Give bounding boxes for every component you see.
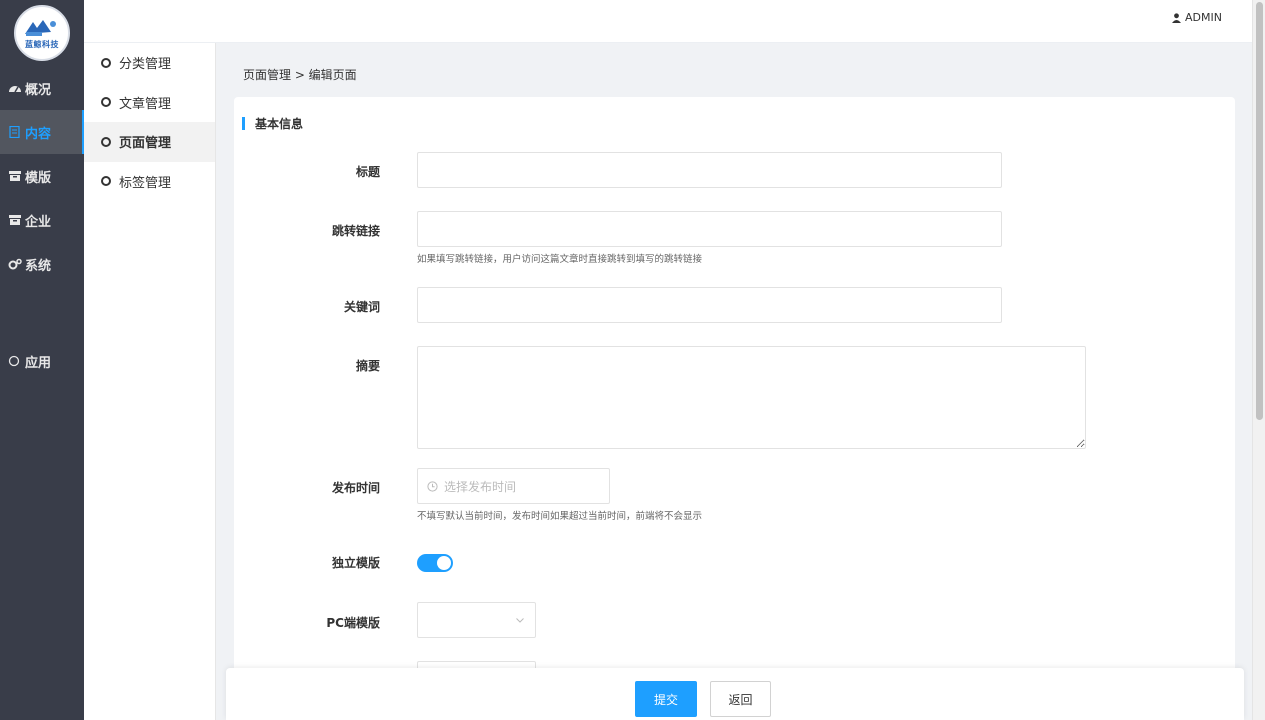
company-logo[interactable]: 蓝鲸科技 [14, 5, 70, 61]
sidebar-item-label: 应用 [25, 355, 52, 371]
page-scrollbar[interactable] [1252, 0, 1265, 720]
folder-icon [9, 171, 21, 181]
user-icon [1172, 12, 1182, 23]
scrollbar-thumb[interactable] [1256, 2, 1263, 420]
sidebar-item-label: 系统 [25, 258, 52, 274]
chevron-down-icon [516, 618, 524, 623]
sidebar-item-overview[interactable]: 概况 [0, 66, 84, 110]
sidebar-item-system[interactable]: 系统 [0, 242, 84, 286]
title-input[interactable] [417, 152, 1002, 188]
form-actions-bar: 提交 返回 [226, 668, 1244, 720]
subnav-item-article[interactable]: 文章管理 [84, 83, 215, 123]
user-name: ADMIN [1185, 11, 1222, 24]
subnav-item-label: 分类管理 [119, 57, 172, 73]
subnav-item-label: 页面管理 [119, 136, 172, 152]
publish-time-tip: 不填写默认当前时间，发布时间如果超过当前时间，前端将不会显示 [417, 511, 703, 522]
back-button[interactable]: 返回 [710, 681, 771, 717]
logo-mark-icon [25, 20, 56, 36]
publish-time-label: 发布时间 [331, 481, 380, 495]
submit-button[interactable]: 提交 [635, 681, 697, 717]
circle-icon [101, 176, 111, 187]
link-label: 跳转链接 [331, 224, 380, 238]
keywords-label: 关键词 [343, 300, 380, 314]
sidebar-item-enterprise[interactable]: 企业 [0, 198, 84, 242]
sidebar-item-label: 概况 [25, 82, 52, 98]
circle-icon [101, 97, 111, 108]
template-switch-label: 独立模版 [331, 556, 380, 570]
subnav-item-label: 文章管理 [119, 96, 172, 112]
logo-area: 蓝鲸科技 [0, 0, 84, 66]
breadcrumb: 页面管理 > 编辑页面 [243, 68, 357, 82]
title-label: 标题 [355, 165, 380, 179]
section-title-text: 基本信息 [255, 117, 304, 131]
link-input[interactable] [417, 211, 1002, 247]
sidebar-item-content[interactable]: 内容 [0, 110, 84, 154]
pc-template-select[interactable] [417, 602, 536, 638]
sidebar-item-label: 内容 [25, 126, 52, 142]
circle-icon [101, 136, 111, 147]
subnav-item-tag[interactable]: 标签管理 [84, 162, 215, 202]
section-title: 基本信息 [242, 115, 303, 132]
summary-label: 摘要 [355, 359, 380, 373]
circle-icon [101, 57, 111, 68]
subnav-item-page[interactable]: 页面管理 [84, 122, 215, 162]
sidebar-item-label: 企业 [25, 214, 52, 230]
sub-navigation: 分类管理 文章管理 页面管理 标签管理 [84, 43, 216, 720]
document-icon [9, 126, 20, 138]
template-switch[interactable] [417, 554, 453, 572]
logo-text: 蓝鲸科技 [25, 40, 59, 49]
link-tip: 如果填写跳转链接，用户访问这篇文章时直接跳转到填写的跳转链接 [417, 254, 703, 265]
summary-textarea[interactable] [417, 346, 1086, 449]
subnav-item-category[interactable]: 分类管理 [84, 43, 215, 83]
keywords-input[interactable] [417, 287, 1002, 323]
sidebar-item-template[interactable]: 模版 [0, 154, 84, 198]
switch-knob [437, 556, 451, 570]
user-menu[interactable]: ADMIN [1172, 11, 1222, 24]
folder-icon [9, 215, 21, 225]
sidebar-item-apps[interactable]: 应用 [0, 339, 84, 383]
pc-template-label: PC端模版 [326, 616, 380, 630]
circle-icon [8, 355, 20, 367]
publish-time-placeholder: 选择发布时间 [444, 479, 517, 494]
section-accent-bar [242, 117, 245, 130]
main-sidebar: 蓝鲸科技 概况 内容 模版 企业 系统 应用 [0, 0, 84, 720]
sidebar-item-label: 模版 [25, 170, 52, 186]
publish-time-picker[interactable]: 选择发布时间 [417, 468, 610, 504]
subnav-item-label: 标签管理 [119, 175, 172, 191]
form-card: 基本信息 标题 跳转链接 如果填写跳转链接，用户访问这篇文章时直接跳转到填写的跳… [234, 97, 1235, 720]
top-bar: ADMIN [84, 0, 1252, 43]
dashboard-icon [9, 86, 21, 93]
clock-icon [427, 480, 438, 492]
gears-icon [8, 258, 22, 270]
